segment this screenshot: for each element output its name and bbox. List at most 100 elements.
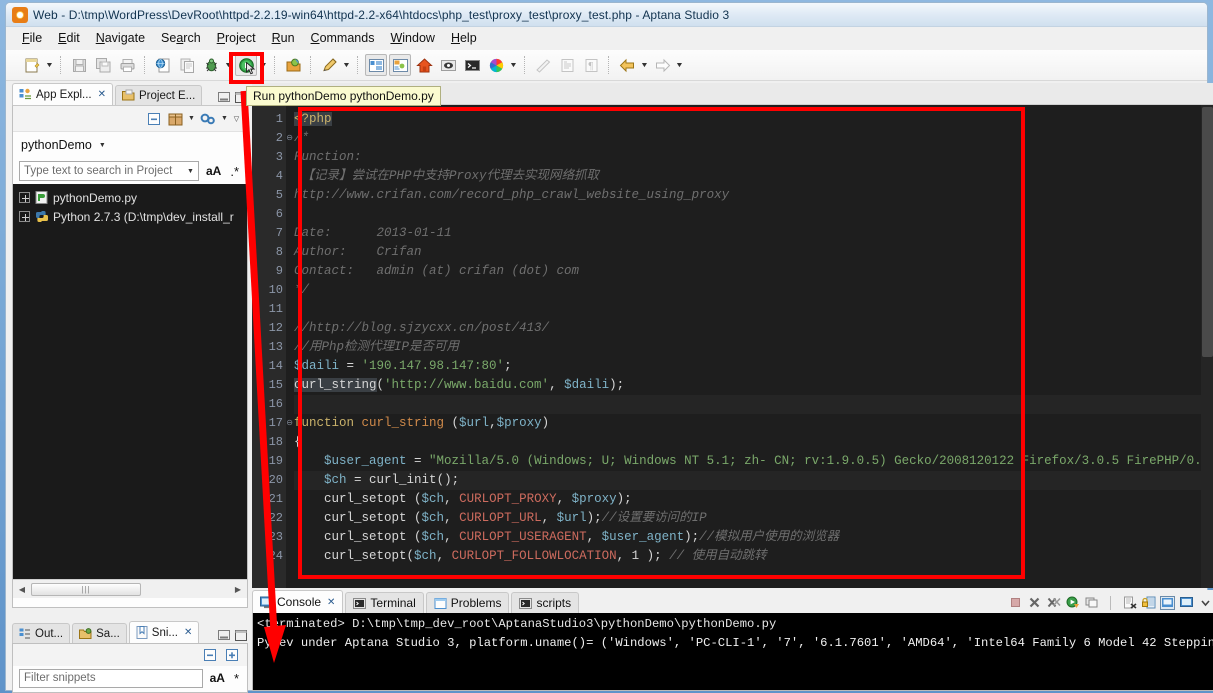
console-tab-problems[interactable]: Problems (425, 592, 510, 613)
code-line[interactable]: Author: Crifan (294, 243, 1213, 262)
code-line[interactable]: curl_setopt($ch, CURLOPT_FOLLOWLOCATION,… (294, 547, 1213, 566)
case-sensitive-button[interactable]: aA (208, 671, 227, 685)
code-line[interactable]: */ (294, 281, 1213, 300)
print-icon[interactable] (116, 54, 138, 76)
code-line[interactable]: Date: 2013-01-11 (294, 224, 1213, 243)
minimize-icon[interactable] (217, 91, 231, 103)
code-line[interactable]: curl_setopt ($ch, CURLOPT_USERAGENT, $us… (294, 528, 1213, 547)
regex-button[interactable]: * (232, 671, 241, 686)
code-line[interactable]: $user_agent = "Mozilla/5.0 (Windows; U; … (294, 452, 1213, 471)
run-dropdown-icon[interactable] (258, 55, 269, 75)
console-output[interactable]: <terminated> D:\tmp\tmp_dev_root\AptanaS… (252, 613, 1213, 691)
sidebar-tab-app-explorer[interactable]: App Expl... ✕ (12, 83, 114, 105)
close-icon[interactable]: ✕ (327, 597, 335, 608)
menu-project[interactable]: Project (209, 29, 264, 47)
menu-navigate[interactable]: Navigate (88, 29, 153, 47)
remove-launch-icon[interactable] (1026, 594, 1043, 611)
code-line[interactable]: curl_setopt ($ch, CURLOPT_URL, $url);//设… (294, 509, 1213, 528)
web-preview-icon[interactable] (152, 54, 174, 76)
console-tab-console[interactable]: Console ✕ (252, 590, 344, 613)
settings-dropdown-icon[interactable]: ▼ (220, 115, 229, 122)
editor-scroll-thumb[interactable] (1202, 107, 1213, 357)
bottom-tab-outline[interactable]: Out... (12, 623, 71, 643)
save-icon[interactable] (68, 54, 90, 76)
console-tab-scripts[interactable]: scripts (511, 592, 580, 613)
relaunch-icon[interactable] (1064, 594, 1081, 611)
code-line[interactable]: Contact: admin (at) crifan (dot) com (294, 262, 1213, 281)
scroll-lock-icon[interactable] (1140, 594, 1157, 611)
chevron-down-icon[interactable]: ▼ (98, 142, 107, 149)
terminal-icon[interactable] (461, 54, 483, 76)
code-line[interactable]: curl_string('http://www.baidu.com', $dai… (294, 376, 1213, 395)
code-line[interactable] (294, 395, 1213, 414)
color-wheel-icon[interactable] (485, 54, 507, 76)
new-file-dropdown-icon[interactable] (44, 55, 55, 75)
code-text[interactable]: <?php /* Function: 【记录】尝试在PHP中支持Proxy代理去实现… (286, 105, 1213, 588)
code-line[interactable]: http://www.crifan.com/record_php_crawl_w… (294, 186, 1213, 205)
bottom-tab-samples[interactable]: Sa... (72, 623, 127, 643)
console-menu-icon[interactable] (1197, 594, 1213, 611)
menu-run[interactable]: Run (264, 29, 303, 47)
expand-icon[interactable] (223, 646, 241, 664)
app-explorer-icon[interactable] (389, 54, 411, 76)
pencil-edit-icon[interactable] (318, 54, 340, 76)
back-dropdown-icon[interactable] (639, 55, 650, 75)
maximize-icon[interactable] (234, 629, 248, 641)
code-line[interactable]: /* (294, 129, 1213, 148)
view-menu-icon[interactable]: ▽ (232, 115, 241, 123)
code-line[interactable]: 【记录】尝试在PHP中支持Proxy代理去实现网络抓取 (294, 167, 1213, 186)
open-perspective-icon[interactable] (282, 54, 304, 76)
code-line[interactable]: Function: (294, 148, 1213, 167)
scroll-left-icon[interactable]: ◀ (15, 585, 29, 594)
run-button[interactable] (235, 54, 257, 76)
outline-view-icon[interactable] (365, 54, 387, 76)
regex-button[interactable]: .* (228, 164, 241, 179)
home-icon[interactable] (413, 54, 435, 76)
console-tab-terminal[interactable]: Terminal (345, 592, 424, 613)
editor-vertical-scrollbar[interactable] (1201, 105, 1213, 588)
code-surface[interactable]: 1 2 ⊖ 3 4 5 6 7 8 9 10 11 12 13 14 15 16 17 ⊖ 18 19 20 21 22 23 2… (252, 105, 1213, 588)
display-console-icon[interactable] (1178, 594, 1195, 611)
copy-page-icon[interactable] (176, 54, 198, 76)
code-line[interactable]: function curl_string ($url,$proxy) (294, 414, 1213, 433)
pencil-dropdown-icon[interactable] (341, 55, 352, 75)
back-arrow-icon[interactable] (616, 54, 638, 76)
debug-dropdown-icon[interactable] (223, 55, 234, 75)
settings-gear-icon[interactable] (199, 110, 217, 128)
remove-all-launches-icon[interactable] (1045, 594, 1062, 611)
scroll-thumb[interactable]: ||| (31, 582, 141, 596)
menu-search[interactable]: Search (153, 29, 209, 47)
code-line[interactable]: //http://blog.sjzycxx.cn/post/413/ (294, 319, 1213, 338)
clear-console-icon[interactable] (1121, 594, 1138, 611)
color-dropdown-icon[interactable] (508, 55, 519, 75)
minimize-icon[interactable] (217, 629, 231, 641)
deploy-dropdown-icon[interactable]: ▼ (187, 115, 196, 122)
code-line[interactable] (294, 300, 1213, 319)
collapse-all-icon[interactable] (145, 110, 163, 128)
code-line[interactable] (294, 205, 1213, 224)
menu-window[interactable]: Window (382, 29, 442, 47)
code-line[interactable]: { (294, 433, 1213, 452)
expand-icon[interactable] (19, 211, 30, 222)
close-icon[interactable]: ✕ (184, 627, 192, 638)
copy-console-icon[interactable] (1083, 594, 1100, 611)
sidebar-horizontal-scrollbar[interactable]: ◀ ||| ▶ (13, 579, 247, 598)
case-sensitive-button[interactable]: aA (204, 164, 223, 178)
code-line[interactable]: curl_setopt ($ch, CURLOPT_PROXY, $proxy)… (294, 490, 1213, 509)
code-line[interactable]: <?php (294, 110, 1213, 129)
deploy-package-icon[interactable] (166, 110, 184, 128)
menu-file[interactable]: File (14, 29, 50, 47)
save-all-icon[interactable] (92, 54, 114, 76)
search-dropdown-icon[interactable]: ▼ (187, 168, 194, 175)
debug-bug-icon[interactable] (200, 54, 222, 76)
filter-snippets-input[interactable]: Filter snippets (19, 668, 203, 688)
pin-console-icon[interactable] (1159, 594, 1176, 611)
sidebar-tab-project-explorer[interactable]: Project E... (115, 85, 203, 105)
code-line[interactable]: $ch = curl_init(); (294, 471, 1213, 490)
code-line[interactable]: //用Php检测代理IP是否可用 (294, 338, 1213, 357)
project-selector[interactable]: pythonDemo ▼ (13, 132, 247, 158)
search-input[interactable]: Type text to search in Project ▼ (19, 161, 199, 181)
project-tree[interactable]: pythonDemo.py Python 2.7.3 (D:\tmp\dev_i… (13, 184, 247, 579)
forward-dropdown-icon[interactable] (674, 55, 685, 75)
menu-help[interactable]: Help (443, 29, 485, 47)
